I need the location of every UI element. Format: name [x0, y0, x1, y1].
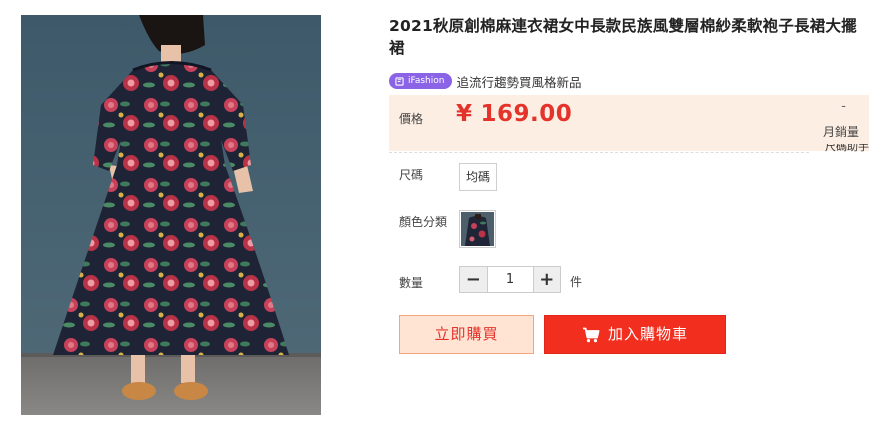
color-label: 顏色分類: [399, 215, 448, 229]
tag-icon: [395, 76, 404, 86]
price-amount: 169.00: [480, 101, 573, 127]
monthly-sales-label: 月銷量: [822, 125, 859, 139]
promo-text[interactable]: 追流行趨勢買風格新品: [456, 72, 581, 91]
product-detail-page: 2021秋原創棉麻連衣裙女中長款民族風雙層棉紗柔軟袍子長裙大擺裙 iFashio…: [0, 0, 879, 427]
quantity-label: 數量: [399, 276, 424, 290]
divider: [389, 152, 809, 153]
product-main-image[interactable]: [21, 15, 321, 415]
size-helper-label: 尺碼助手: [825, 144, 869, 152]
add-to-cart-label: 加入購物車: [607, 325, 688, 343]
quantity-unit: 件: [570, 275, 583, 289]
monthly-sales-count: -: [841, 99, 846, 114]
currency-symbol: ¥: [456, 101, 473, 127]
size-helper-link[interactable]: 尺碼助手: [809, 144, 869, 152]
price-value: ¥169.00: [456, 101, 572, 127]
promo-row: iFashion 追流行趨勢買風格新品: [389, 72, 582, 90]
price-label: 價格: [399, 112, 424, 126]
quantity-input[interactable]: [487, 267, 533, 292]
color-swatch-image: [461, 212, 494, 246]
color-option-thumbnail[interactable]: [459, 210, 496, 248]
shopping-cart-icon: [582, 327, 600, 342]
quantity-stepper: − +: [459, 266, 561, 293]
price-panel: 價格 ¥169.00 - 月銷量: [389, 95, 869, 151]
quantity-decrease-button[interactable]: −: [460, 267, 488, 292]
quantity-increase-button[interactable]: +: [532, 267, 560, 292]
size-label: 尺碼: [399, 168, 424, 182]
badge-label: iFashion: [408, 76, 445, 86]
add-to-cart-button[interactable]: 加入購物車: [544, 315, 726, 354]
product-title: 2021秋原創棉麻連衣裙女中長款民族風雙層棉紗柔軟袍子長裙大擺裙: [389, 17, 857, 57]
ifashion-badge[interactable]: iFashion: [389, 73, 453, 89]
size-option-one-size[interactable]: 均碼: [459, 163, 497, 191]
buy-now-button[interactable]: 立即購買: [399, 315, 534, 354]
